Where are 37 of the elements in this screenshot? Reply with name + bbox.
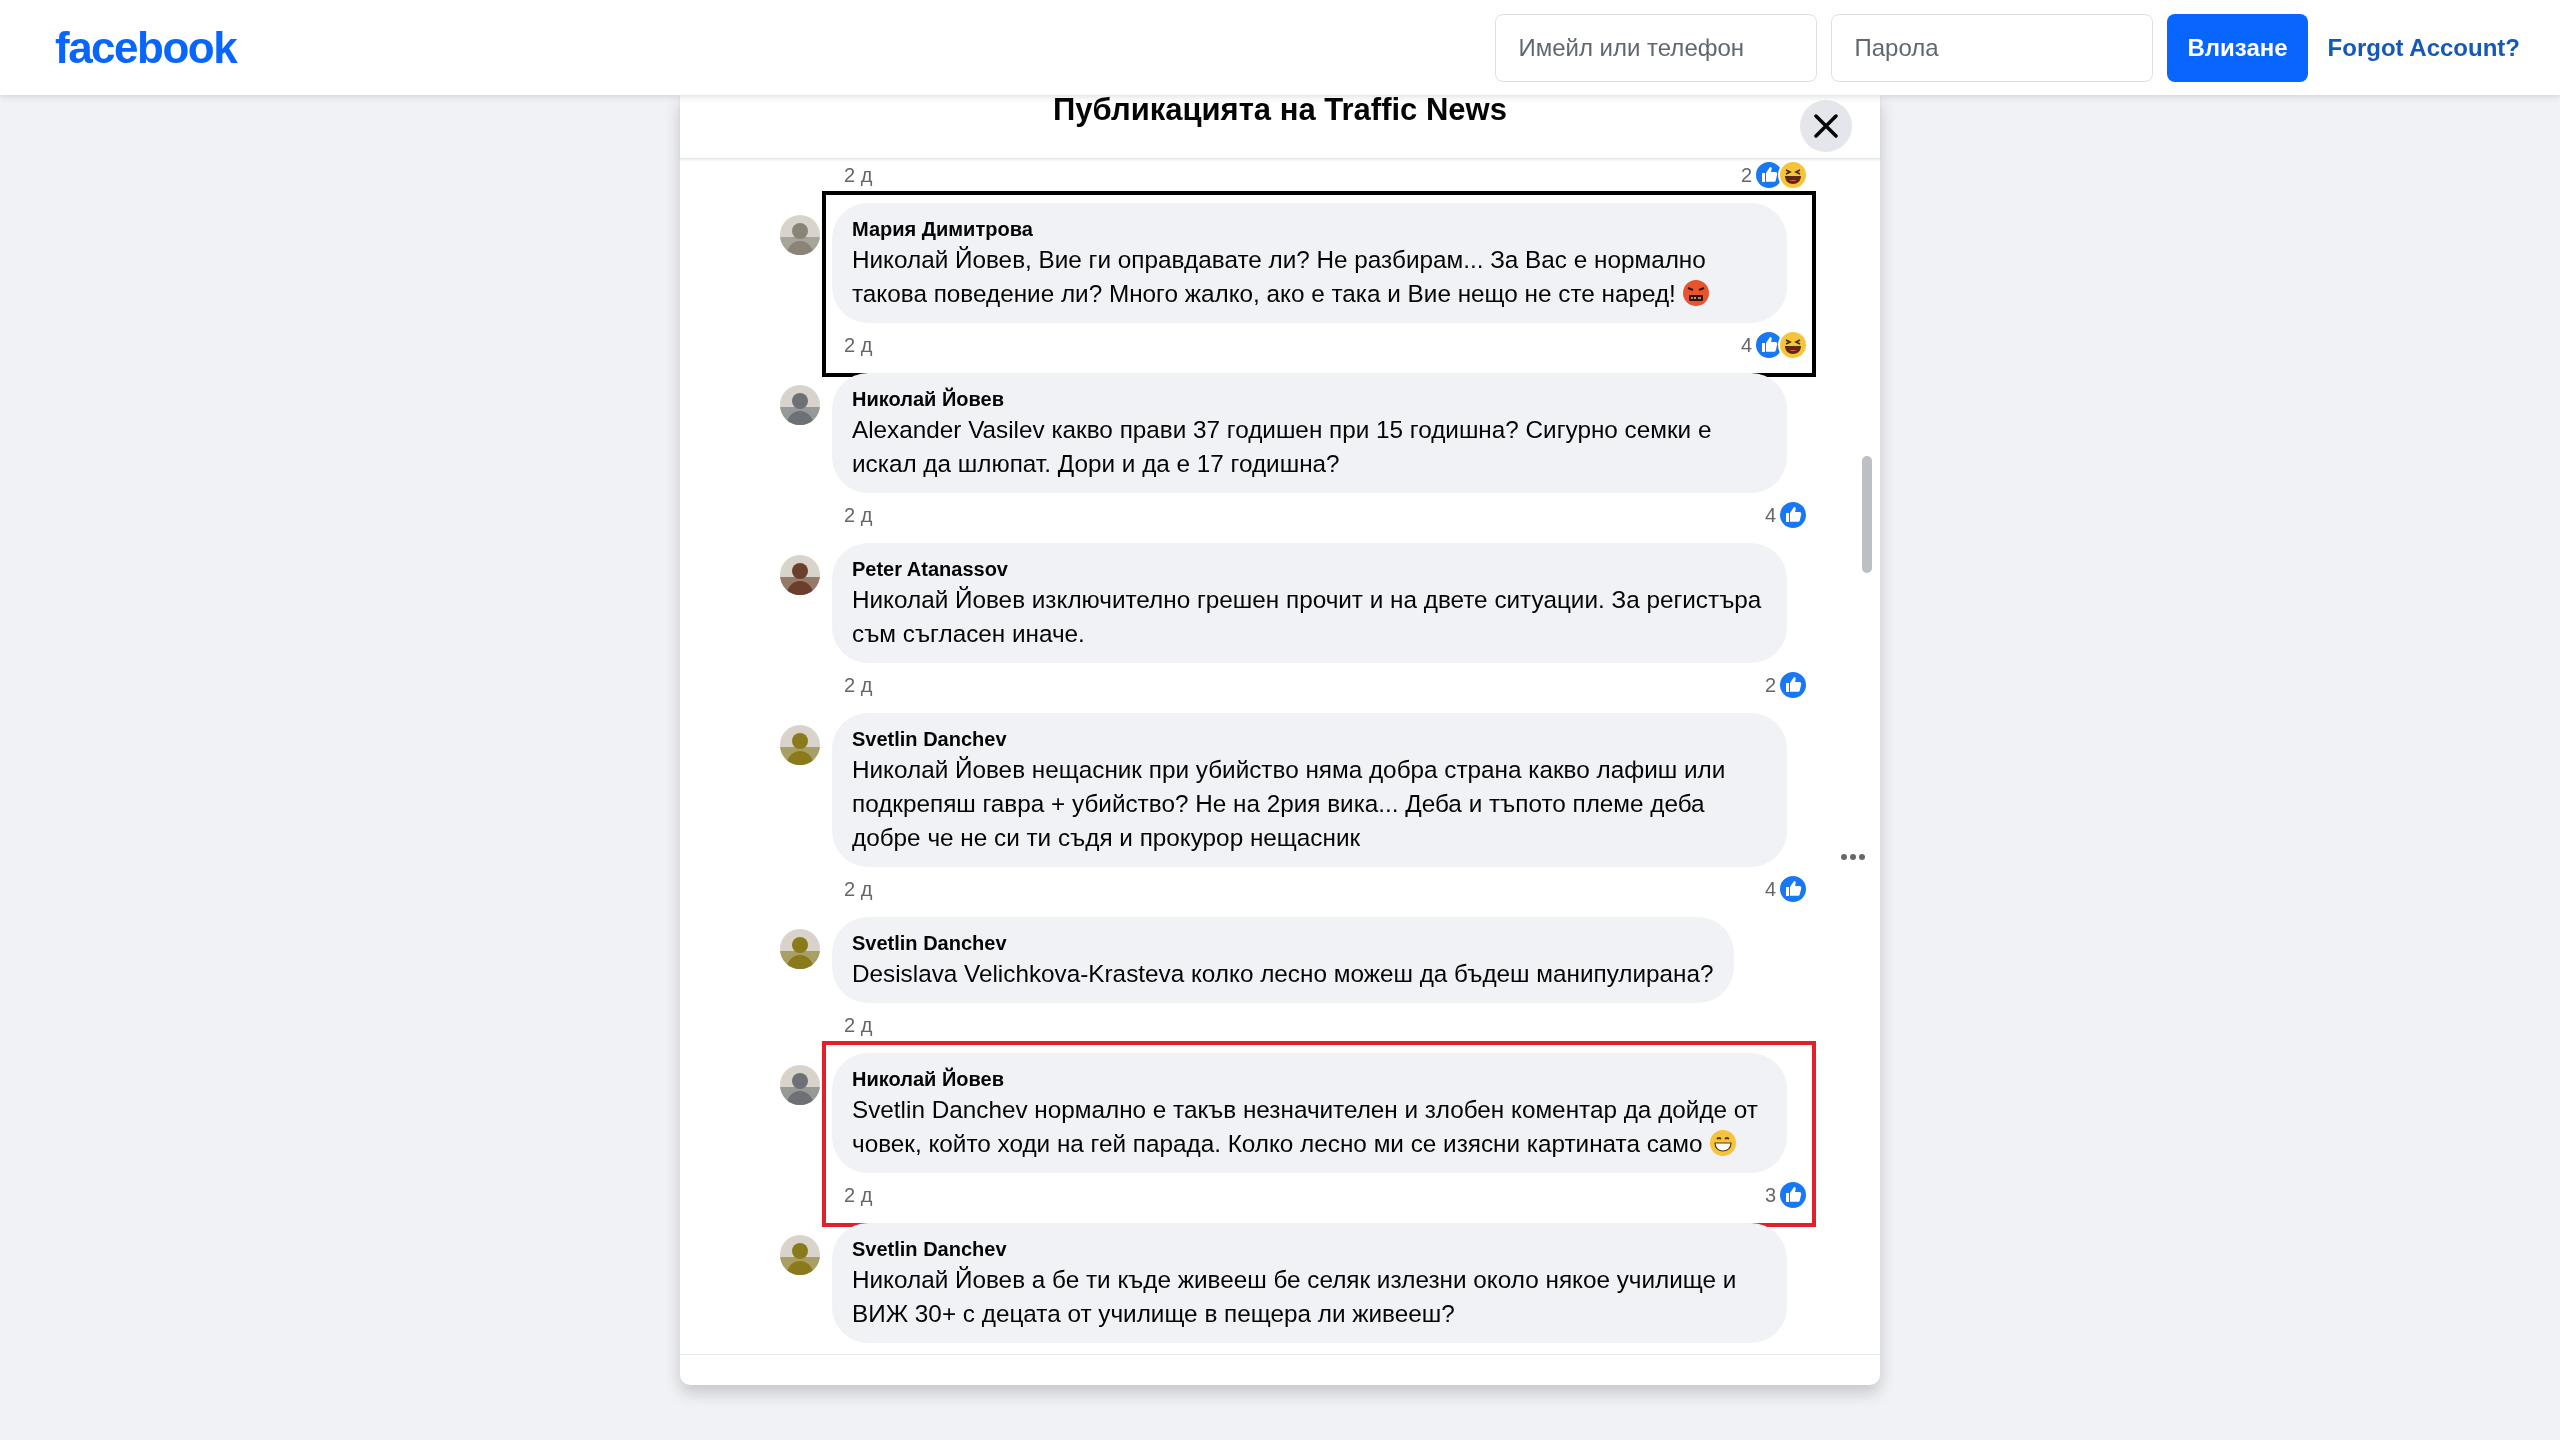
comment-time: 2 д — [844, 1013, 873, 1037]
more-options-icon[interactable] — [1840, 853, 1866, 861]
comment-time: 2 д — [844, 673, 873, 697]
comment-time: 2 д — [844, 503, 873, 527]
comment-text: Svetlin Danchev нормално е такъв незначителен и злобен коментар да дойде от човек, който ходи на гей парада. Колко лесно ми се изясни картината само — [852, 1095, 1759, 1159]
facebook-logo[interactable]: facebook — [55, 22, 237, 73]
comment-author[interactable]: Svetlin Danchev — [852, 929, 1714, 957]
modal-title: Публикацията на Traffic News — [1053, 95, 1507, 129]
comment-time: 2 д — [844, 877, 873, 901]
comment-text: Desislava Velichkova-Krasteva колко лесно можеш да бъдеш манипулирана? — [852, 959, 1714, 989]
reaction-count: 2 — [1764, 673, 1776, 697]
comment-text: Николай Йовев а бе ти къде живееш бе селяк излезни около някое училище и ВИЖ 30+ с децата от училище в пещера ли живееш? — [852, 1265, 1738, 1329]
comment-text: Николай Йовев, Вие ги оправдавате ли? Не разбирам... За Вас е нормално такова поведение ли? Много жалко, ако е така и Вие нещо не сте наред! — [852, 243, 1767, 311]
close-button[interactable] — [1800, 100, 1852, 152]
comment-time: 2 д — [844, 1183, 873, 1207]
email-field[interactable]: Имейл или телефон — [1495, 13, 1818, 82]
reaction-count: 2 — [1740, 163, 1752, 187]
reaction-count: 4 — [1764, 877, 1776, 901]
reaction-count: 3 — [1764, 1183, 1776, 1207]
reaction-count: 4 — [1740, 333, 1752, 357]
comment-text: Alexander Vasilev какво прави 37 годишен при 15 годишна? Сигурно семки е искал да шлюпат. Дори и да е 17 годишна? — [852, 415, 1713, 479]
forgot-account-link[interactable]: Forgot Account? — [2327, 33, 2520, 62]
comment-time: 2 д — [844, 333, 873, 357]
scrollbar-thumb[interactable] — [1862, 456, 1872, 573]
comment-author[interactable]: Svetlin Danchev — [852, 1235, 1767, 1263]
comment-author[interactable]: Svetlin Danchev — [852, 725, 1767, 753]
comment-time: 2 д — [844, 163, 873, 187]
comment-text: Николай Йовев нещасник при убийство няма добра страна какво лафиш или подкрепяш гавра + убийство? Не на 2рия вика... Деба и тъпото племе деба добре че не си ти съдя и прокурор нещасник — [852, 755, 1727, 853]
comment-author[interactable]: Peter Atanassov — [852, 555, 1767, 583]
comment-author[interactable]: Николай Йовев — [852, 1065, 1767, 1093]
comment-text: Николай Йовев изключително грешен прочит и на двете ситуации. За регистъра съм съгласен иначе. — [852, 585, 1763, 649]
close-icon — [1814, 114, 1838, 138]
comment-author[interactable]: Николай Йовев — [852, 385, 1767, 413]
reaction-count: 4 — [1764, 503, 1776, 527]
comment-author[interactable]: Мария Димитрова — [852, 215, 1767, 243]
password-field[interactable]: Парола — [1831, 13, 2154, 82]
login-button[interactable]: Влизане — [2167, 13, 2308, 82]
